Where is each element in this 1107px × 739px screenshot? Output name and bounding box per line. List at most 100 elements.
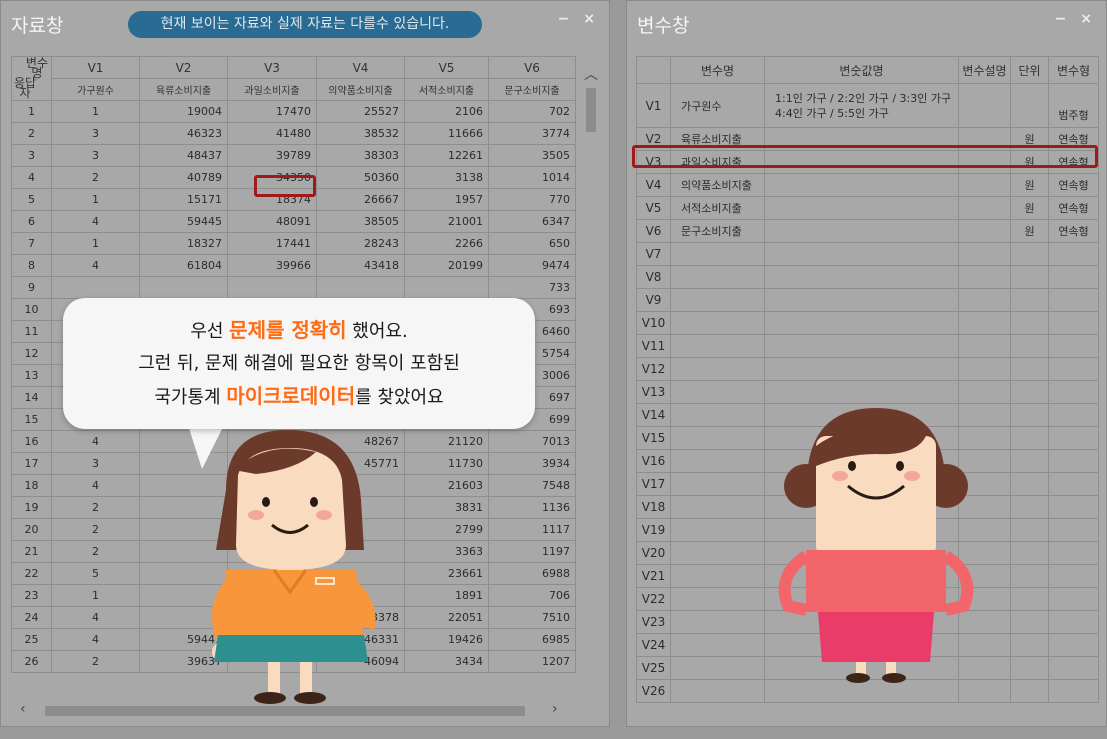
minimize-button[interactable]: − — [1055, 11, 1067, 27]
variable-row[interactable]: V5 서적소비지출 원 연속형 — [636, 196, 1099, 220]
table-cell[interactable]: 3831 — [404, 496, 489, 519]
table-cell[interactable]: 770 — [488, 188, 576, 211]
vertical-scroll-thumb[interactable] — [586, 88, 596, 132]
table-cell[interactable]: 39789 — [227, 144, 317, 167]
table-cell[interactable]: 48437 — [139, 144, 228, 167]
table-cell[interactable]: 3774 — [488, 122, 576, 145]
table-cell[interactable]: 61804 — [139, 254, 228, 277]
variable-row[interactable]: V1 가구원수 1:1인 가구 / 2:2인 가구 / 3:3인 가구 4:4인 가구… — [636, 83, 1099, 128]
variable-row[interactable]: V8 — [636, 265, 1099, 289]
table-cell[interactable]: 3505 — [488, 144, 576, 167]
column-header-v1[interactable]: V1 — [51, 56, 140, 79]
table-cell[interactable]: 39966 — [227, 254, 317, 277]
table-cell[interactable]: 2266 — [404, 232, 489, 255]
minimize-button[interactable]: − — [558, 11, 570, 27]
table-cell[interactable]: 43418 — [316, 254, 405, 277]
scroll-left-icon[interactable]: ‹ — [20, 701, 26, 717]
horizontal-scroll-thumb[interactable] — [45, 706, 525, 716]
table-cell[interactable]: 4 — [51, 474, 140, 497]
table-cell[interactable]: 41480 — [227, 122, 317, 145]
table-cell[interactable]: 20199 — [404, 254, 489, 277]
variable-row[interactable]: V6 문구소비지출 원 연속형 — [636, 219, 1099, 243]
table-cell[interactable]: 11666 — [404, 122, 489, 145]
table-cell[interactable]: 6347 — [488, 210, 576, 233]
table-cell[interactable]: 6985 — [488, 628, 576, 651]
table-cell[interactable]: 59445 — [139, 210, 228, 233]
table-cell[interactable] — [227, 276, 317, 299]
table-cell[interactable]: 1117 — [488, 518, 576, 541]
table-cell[interactable]: 3138 — [404, 166, 489, 189]
column-header-v2[interactable]: V2 — [139, 56, 228, 79]
table-cell[interactable]: 9474 — [488, 254, 576, 277]
table-cell[interactable]: 2 — [51, 166, 140, 189]
table-cell[interactable]: 3 — [51, 144, 140, 167]
column-header-v4[interactable]: V4 — [316, 56, 405, 79]
table-cell[interactable] — [404, 276, 489, 299]
table-cell[interactable]: 38303 — [316, 144, 405, 167]
table-cell[interactable]: 17470 — [227, 100, 317, 123]
table-cell[interactable]: 17441 — [227, 232, 317, 255]
table-cell[interactable]: 1197 — [488, 540, 576, 563]
table-cell[interactable]: 6988 — [488, 562, 576, 585]
table-cell[interactable]: 18327 — [139, 232, 228, 255]
table-cell[interactable]: 4 — [51, 430, 140, 453]
table-cell[interactable]: 50360 — [316, 166, 405, 189]
table-cell[interactable]: 3363 — [404, 540, 489, 563]
table-cell[interactable]: 7510 — [488, 606, 576, 629]
table-cell[interactable]: 1 — [51, 100, 140, 123]
table-cell[interactable]: 733 — [488, 276, 576, 299]
variable-row[interactable]: V12 — [636, 357, 1099, 381]
table-cell[interactable]: 1014 — [488, 166, 576, 189]
table-cell[interactable]: 702 — [488, 100, 576, 123]
table-cell[interactable]: 7548 — [488, 474, 576, 497]
table-cell[interactable]: 1957 — [404, 188, 489, 211]
table-cell[interactable]: 1207 — [488, 650, 576, 673]
table-cell[interactable]: 38505 — [316, 210, 405, 233]
table-cell[interactable]: 11730 — [404, 452, 489, 475]
close-button[interactable]: × — [1080, 11, 1092, 27]
table-cell[interactable]: 38532 — [316, 122, 405, 145]
table-cell[interactable]: 1 — [51, 584, 140, 607]
table-cell[interactable]: 28243 — [316, 232, 405, 255]
table-cell[interactable]: 7013 — [488, 430, 576, 453]
table-cell[interactable]: 2 — [51, 650, 140, 673]
table-cell[interactable]: 2 — [51, 540, 140, 563]
variable-row[interactable]: V7 — [636, 242, 1099, 266]
column-header-v6[interactable]: V6 — [488, 56, 576, 79]
table-cell[interactable]: 3 — [51, 122, 140, 145]
table-cell[interactable]: 4 — [51, 210, 140, 233]
scroll-right-icon[interactable]: › — [552, 701, 558, 717]
table-cell[interactable]: 2 — [51, 496, 140, 519]
table-cell[interactable]: 21001 — [404, 210, 489, 233]
table-cell[interactable]: 2106 — [404, 100, 489, 123]
table-cell[interactable]: 25527 — [316, 100, 405, 123]
variable-row[interactable]: V4 의약품소비지출 원 연속형 — [636, 173, 1099, 197]
table-cell[interactable]: 40789 — [139, 166, 228, 189]
table-cell[interactable]: 650 — [488, 232, 576, 255]
table-cell[interactable]: 1891 — [404, 584, 489, 607]
table-cell[interactable]: 4 — [51, 628, 140, 651]
column-header-v3[interactable]: V3 — [227, 56, 317, 79]
scroll-up-icon[interactable]: ︿ — [584, 64, 598, 84]
table-cell[interactable]: 48091 — [227, 210, 317, 233]
variable-row[interactable]: V9 — [636, 288, 1099, 312]
table-cell[interactable]: 2799 — [404, 518, 489, 541]
table-cell[interactable]: 19004 — [139, 100, 228, 123]
table-cell[interactable]: 5 — [51, 562, 140, 585]
table-cell[interactable] — [139, 276, 228, 299]
table-cell[interactable]: 1136 — [488, 496, 576, 519]
vertical-scrollbar[interactable]: ︿ — [584, 67, 598, 700]
table-cell[interactable]: 23661 — [404, 562, 489, 585]
table-cell[interactable] — [51, 276, 140, 299]
table-cell[interactable]: 3434 — [404, 650, 489, 673]
close-button[interactable]: × — [583, 11, 595, 27]
table-cell[interactable]: 12261 — [404, 144, 489, 167]
table-cell[interactable]: 21603 — [404, 474, 489, 497]
variable-row[interactable]: V10 — [636, 311, 1099, 335]
variable-row[interactable]: V11 — [636, 334, 1099, 358]
table-cell[interactable]: 3 — [51, 452, 140, 475]
table-cell[interactable]: 1 — [51, 188, 140, 211]
column-header-v5[interactable]: V5 — [404, 56, 489, 79]
table-cell[interactable]: 706 — [488, 584, 576, 607]
table-cell[interactable] — [316, 276, 405, 299]
